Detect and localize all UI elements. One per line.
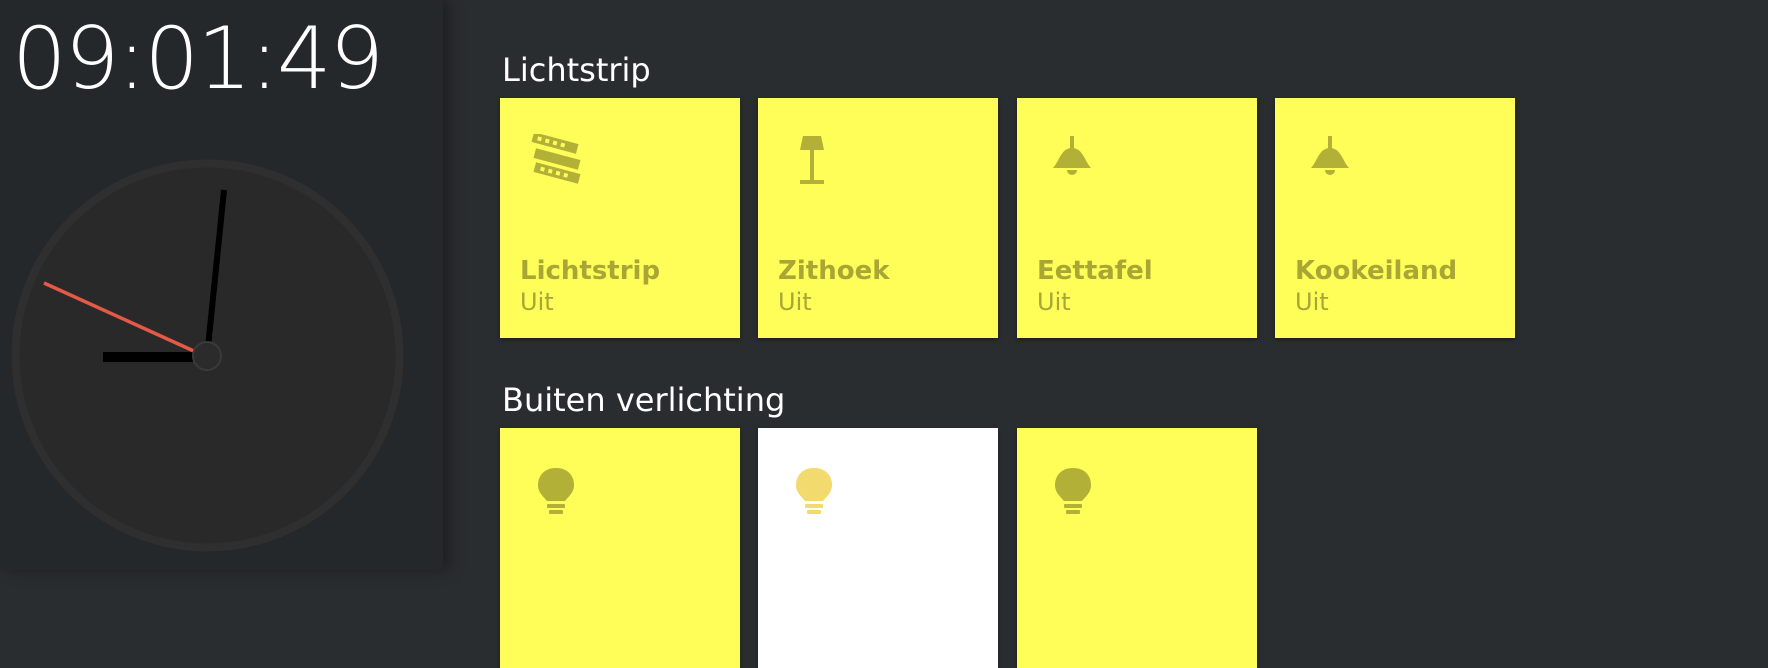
ceiling-lamp-icon bbox=[1053, 136, 1091, 175]
tile-name: Kookeiland bbox=[1295, 256, 1458, 286]
tile-buiten-2[interactable] bbox=[758, 428, 998, 668]
film-strip-icon bbox=[531, 134, 581, 184]
ceiling-lamp-icon bbox=[1311, 136, 1349, 175]
tile-name: Lichtstrip bbox=[520, 256, 661, 286]
tile-state: Uit bbox=[1037, 288, 1071, 316]
tile-buiten-3[interactable] bbox=[1017, 428, 1257, 668]
digital-clock: 09:01:49 bbox=[12, 9, 384, 109]
lightbulb-icon bbox=[1055, 468, 1091, 514]
main-area: Lichtstrip Lichtstrip Uit Zithoek Uit Ee… bbox=[443, 0, 1768, 668]
tile-lichtstrip[interactable]: Lichtstrip Uit bbox=[500, 98, 740, 338]
tile-buiten-1[interactable] bbox=[500, 428, 740, 668]
lightbulb-icon bbox=[796, 468, 832, 514]
sidebar: 09:01:49 bbox=[0, 0, 443, 570]
floor-lamp-icon bbox=[800, 136, 824, 184]
analog-clock bbox=[11, 159, 404, 552]
lightbulb-icon bbox=[538, 468, 574, 514]
group-title-buiten-verlichting: Buiten verlichting bbox=[502, 381, 786, 419]
tile-kookeiland[interactable]: Kookeiland Uit bbox=[1275, 98, 1515, 338]
tile-zithoek[interactable]: Zithoek Uit bbox=[758, 98, 998, 338]
tile-state: Uit bbox=[778, 288, 812, 316]
tile-name: Eettafel bbox=[1037, 256, 1153, 286]
tile-state: Uit bbox=[520, 288, 554, 316]
tile-name: Zithoek bbox=[778, 256, 890, 286]
tile-state: Uit bbox=[1295, 288, 1329, 316]
clock-center-cap bbox=[192, 341, 222, 371]
group-title-lichtstrip: Lichtstrip bbox=[502, 51, 651, 89]
tile-eettafel[interactable]: Eettafel Uit bbox=[1017, 98, 1257, 338]
